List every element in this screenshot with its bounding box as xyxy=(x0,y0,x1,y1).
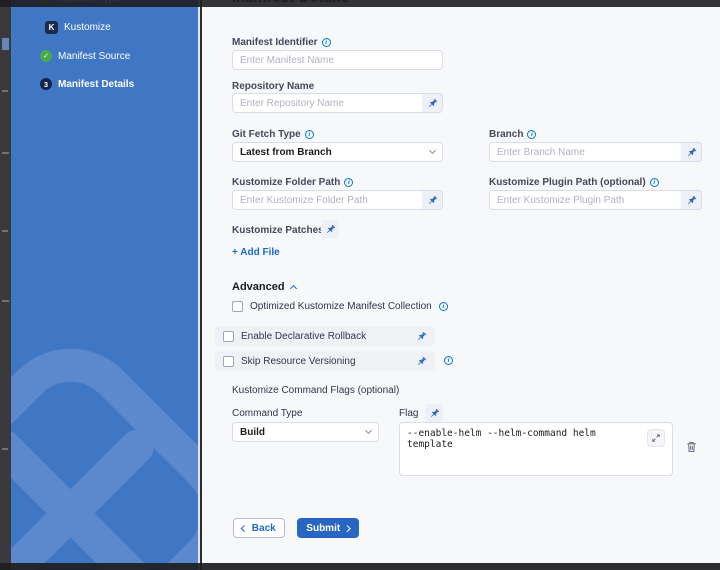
back-button[interactable]: Back xyxy=(233,518,285,538)
sidebar-step-kustomize[interactable]: K Kustomize xyxy=(45,21,111,34)
branch-input[interactable] xyxy=(490,143,681,161)
checkbox[interactable] xyxy=(223,331,234,342)
label-text: Repository Name xyxy=(232,81,314,92)
flag-input[interactable]: --enable-helm --helm-command helm templa… xyxy=(400,423,672,475)
label-text: Kustomize Patches xyxy=(232,225,324,236)
runtime-input-pin-icon[interactable] xyxy=(422,94,442,112)
step-label: Manifest Details xyxy=(58,79,134,90)
info-icon[interactable]: i xyxy=(344,178,353,187)
git-fetch-type-select[interactable]: Latest from Branch xyxy=(232,142,443,162)
runtime-input-pin-icon[interactable] xyxy=(681,191,701,209)
harness-logo-watermark xyxy=(11,318,200,570)
flag-label-row: Flag xyxy=(399,404,443,422)
kustomize-icon-letter: K xyxy=(49,23,55,32)
label-text: Command Type xyxy=(232,408,302,419)
kustomize-plugin-path-label: Kustomize Plugin Path (optional) i xyxy=(489,177,659,188)
info-icon[interactable]: i xyxy=(322,38,331,47)
info-icon[interactable]: i xyxy=(444,356,453,365)
chevron-down-icon xyxy=(429,147,436,154)
info-icon[interactable]: i xyxy=(650,178,659,187)
flag-field: --enable-helm --helm-command helm templa… xyxy=(399,422,673,476)
check-glyph: ✓ xyxy=(43,52,49,60)
runtime-input-pin-button[interactable] xyxy=(425,404,443,422)
label-text: Branch xyxy=(489,129,523,140)
kustomize-folder-path-input[interactable] xyxy=(233,191,422,209)
submit-button[interactable]: Submit xyxy=(297,518,359,538)
top-dark-bar xyxy=(0,0,720,7)
checkbox-label: Skip Resource Versioning xyxy=(241,356,356,367)
sidebar-step-manifest-source[interactable]: ✓ Manifest Source xyxy=(40,50,130,62)
kustomize-folder-path-label: Kustomize Folder Path i xyxy=(232,177,353,188)
runtime-input-pin-icon[interactable] xyxy=(422,191,442,209)
back-button-label: Back xyxy=(252,523,276,534)
dimmed-content-fragment xyxy=(2,90,8,92)
repository-name-field xyxy=(232,93,443,113)
step-number: 3 xyxy=(44,80,48,89)
manifest-identifier-label: Manifest Identifier i xyxy=(232,37,331,48)
branch-field xyxy=(489,142,702,162)
dimmed-page-edge xyxy=(0,0,11,570)
step-number-icon: 3 xyxy=(40,78,52,90)
runtime-input-pin-icon[interactable] xyxy=(416,331,427,342)
checkbox[interactable] xyxy=(232,301,243,312)
dimmed-content-fragment xyxy=(2,38,9,50)
chevron-right-icon xyxy=(344,525,350,531)
git-fetch-type-label: Git Fetch Type i xyxy=(232,129,314,140)
manifest-identifier-input[interactable] xyxy=(232,50,443,70)
advanced-label: Advanced xyxy=(232,281,285,293)
info-icon[interactable]: i xyxy=(305,130,314,139)
selected-value: Latest from Branch xyxy=(240,147,332,158)
chevron-left-icon xyxy=(241,525,247,531)
info-icon[interactable]: i xyxy=(439,302,448,311)
selected-value: Build xyxy=(240,427,265,438)
dimmed-content-fragment xyxy=(2,152,9,154)
flag-label: Flag xyxy=(399,408,418,419)
runtime-input-pin-icon[interactable] xyxy=(681,143,701,161)
command-flags-label: Kustomize Command Flags (optional) xyxy=(232,385,399,396)
submit-button-label: Submit xyxy=(306,523,340,534)
repository-name-input[interactable] xyxy=(233,94,422,112)
label-text: Kustomize Folder Path xyxy=(232,177,340,188)
command-type-select[interactable]: Build xyxy=(232,422,379,442)
advanced-section-toggle[interactable]: Advanced xyxy=(232,281,296,293)
dimmed-content-fragment xyxy=(2,300,9,302)
info-icon[interactable]: i xyxy=(527,130,536,139)
runtime-input-pin-icon[interactable] xyxy=(416,356,427,367)
bottom-dark-bar xyxy=(0,563,720,570)
manifest-details-panel: Manifest Details Manifest Identifier i R… xyxy=(202,0,720,570)
check-circle-icon: ✓ xyxy=(40,50,52,62)
label-text: Kustomize Plugin Path (optional) xyxy=(489,177,646,188)
checkbox-label: Enable Declarative Rollback xyxy=(241,331,366,342)
optimized-kustomize-checkbox-row[interactable]: Optimized Kustomize Manifest Collection … xyxy=(232,301,448,312)
kustomize-folder-path-field xyxy=(232,190,443,210)
dimmed-content-fragment xyxy=(2,448,8,450)
checkbox-label: Optimized Kustomize Manifest Collection xyxy=(250,301,432,312)
skip-resource-versioning-row[interactable]: Skip Resource Versioning xyxy=(215,351,435,371)
runtime-input-pin-button[interactable] xyxy=(321,220,339,238)
branch-label: Branch i xyxy=(489,129,536,140)
label-text: Kustomize Command Flags (optional) xyxy=(232,385,399,396)
dimmed-content-fragment xyxy=(2,230,8,232)
declarative-rollback-row[interactable]: Enable Declarative Rollback xyxy=(215,326,435,346)
chevron-up-icon xyxy=(290,285,297,292)
trash-icon[interactable] xyxy=(685,440,698,454)
label-text: Manifest Identifier xyxy=(232,37,318,48)
step-label: Kustomize xyxy=(64,22,111,33)
checkbox[interactable] xyxy=(223,356,234,367)
kustomize-icon: K xyxy=(45,21,58,34)
sidebar-step-manifest-details[interactable]: 3 Manifest Details xyxy=(40,78,134,90)
expand-icon[interactable] xyxy=(647,429,665,447)
kustomize-plugin-path-input[interactable] xyxy=(490,191,681,209)
step-label: Manifest Source xyxy=(58,51,130,62)
chevron-down-icon xyxy=(365,427,372,434)
command-type-label: Command Type xyxy=(232,408,302,419)
add-file-link[interactable]: + Add File xyxy=(232,247,280,258)
kustomize-plugin-path-field xyxy=(489,190,702,210)
wizard-sidebar: ✓ Manifest Type K Kustomize ✓ Manifest S… xyxy=(11,0,200,570)
label-text: Git Fetch Type xyxy=(232,129,301,140)
repository-name-label: Repository Name xyxy=(232,81,314,92)
